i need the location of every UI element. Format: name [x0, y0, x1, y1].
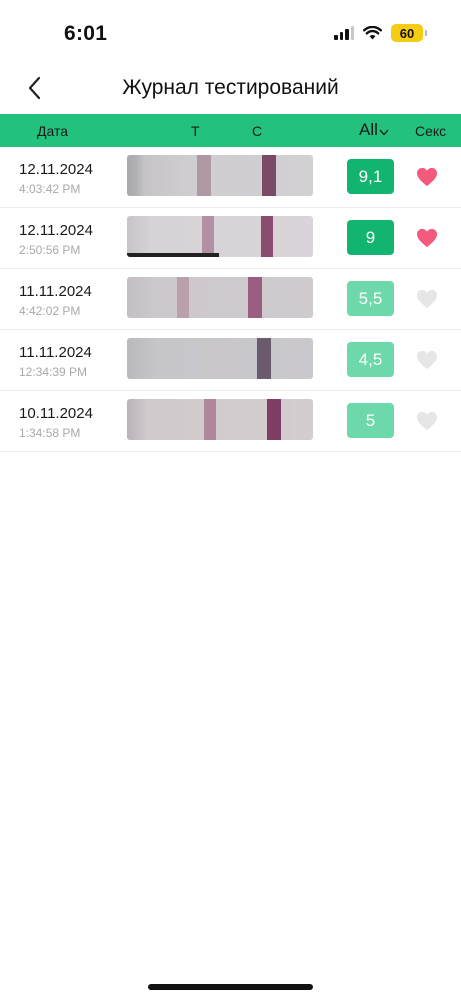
entry-time: 4:03:42 PM: [19, 182, 81, 196]
strip-shadow: [127, 253, 219, 257]
status-bar: 6:01 60: [0, 0, 461, 64]
list-item[interactable]: 12.11.2024 2:50:56 PM 9: [0, 208, 461, 269]
score-badge[interactable]: 5: [347, 403, 394, 438]
entry-date: 10.11.2024: [19, 405, 93, 422]
entry-time: 2:50:56 PM: [19, 243, 81, 257]
entry-time: 4:42:02 PM: [19, 304, 81, 318]
control-line: [267, 399, 281, 440]
entry-time: 1:34:58 PM: [19, 426, 81, 440]
list-item[interactable]: 11.11.2024 4:42:02 PM 5,5: [0, 269, 461, 330]
test-line: [197, 155, 211, 196]
column-header: Дата T C All Секс: [0, 114, 461, 147]
nav-header: Журнал тестирований: [0, 64, 461, 114]
status-icons: 60: [334, 24, 427, 42]
filter-label: All: [359, 120, 378, 139]
wifi-icon: [363, 26, 382, 40]
test-strip-image[interactable]: [127, 338, 313, 379]
control-line: [262, 155, 276, 196]
test-list: 12.11.2024 4:03:42 PM 9,1 12.11.2024 2:5…: [0, 147, 461, 452]
heart-icon[interactable]: [416, 350, 438, 370]
column-c: C: [252, 123, 263, 139]
test-line: [204, 399, 216, 440]
test-line: [197, 338, 211, 379]
score-badge[interactable]: 5,5: [347, 281, 394, 316]
battery-icon: 60: [391, 24, 427, 42]
score-badge[interactable]: 4,5: [347, 342, 394, 377]
control-line: [257, 338, 271, 379]
home-indicator: [148, 984, 313, 990]
chevron-down-icon: [379, 129, 389, 136]
entry-date: 11.11.2024: [19, 283, 92, 300]
page-title: Журнал тестирований: [122, 76, 339, 99]
column-date: Дата: [37, 123, 69, 139]
test-strip-image[interactable]: [127, 155, 313, 196]
entry-time: 12:34:39 PM: [19, 365, 88, 379]
list-item[interactable]: 11.11.2024 12:34:39 PM 4,5: [0, 330, 461, 391]
list-item[interactable]: 10.11.2024 1:34:58 PM 5: [0, 391, 461, 452]
entry-date: 12.11.2024: [19, 222, 93, 239]
test-strip-image[interactable]: [127, 399, 313, 440]
heart-icon[interactable]: [416, 167, 438, 187]
heart-icon[interactable]: [416, 289, 438, 309]
test-line: [202, 216, 214, 257]
test-line: [177, 277, 189, 318]
list-item[interactable]: 12.11.2024 4:03:42 PM 9,1: [0, 147, 461, 208]
entry-date: 11.11.2024: [19, 344, 92, 361]
control-line: [248, 277, 262, 318]
score-badge[interactable]: 9: [347, 220, 394, 255]
entry-date: 12.11.2024: [19, 161, 93, 178]
score-badge[interactable]: 9,1: [347, 159, 394, 194]
status-time: 6:01: [64, 22, 108, 45]
column-sex: Секс: [415, 123, 447, 139]
cellular-signal-icon: [334, 26, 354, 40]
heart-icon[interactable]: [416, 411, 438, 431]
test-strip-image[interactable]: [127, 277, 313, 318]
heart-icon[interactable]: [416, 228, 438, 248]
filter-dropdown[interactable]: All: [359, 120, 389, 140]
test-strip-image[interactable]: [127, 216, 313, 257]
control-line: [261, 216, 273, 257]
column-t: T: [191, 123, 200, 139]
